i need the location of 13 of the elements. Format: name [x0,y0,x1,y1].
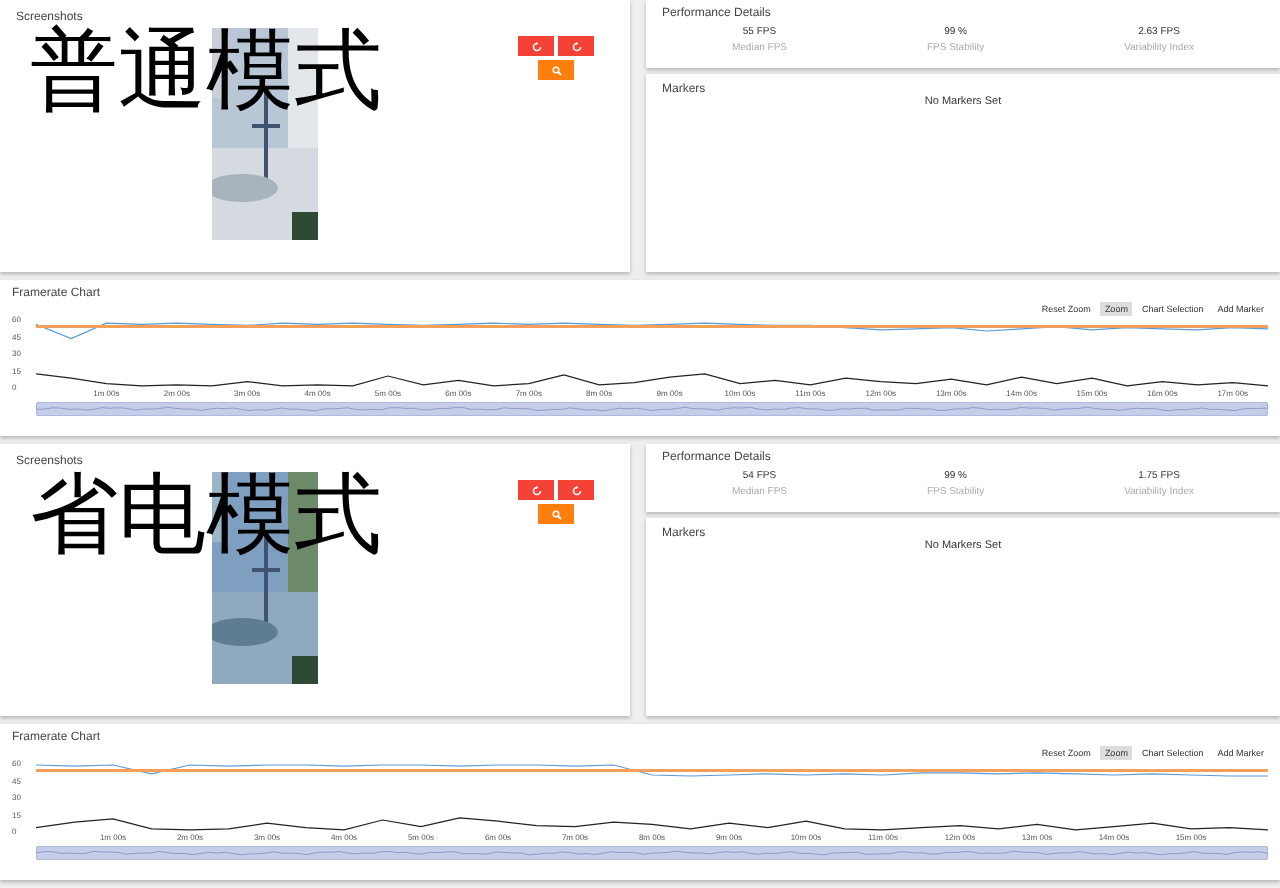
rotate-right-button[interactable] [558,480,594,500]
refresh-icon [531,41,541,51]
rotate-right-button[interactable] [558,36,594,56]
rotate-left-button[interactable] [518,480,554,500]
zoom-button[interactable] [538,60,574,80]
overlay-text: 普通模式 [30,28,382,116]
rotate-left-button[interactable] [518,36,554,56]
refresh-icon [571,41,581,51]
search-icon [551,509,561,519]
refresh-icon [571,485,581,495]
refresh-icon [531,485,541,495]
zoom-button[interactable] [538,504,574,524]
search-icon [551,65,561,75]
